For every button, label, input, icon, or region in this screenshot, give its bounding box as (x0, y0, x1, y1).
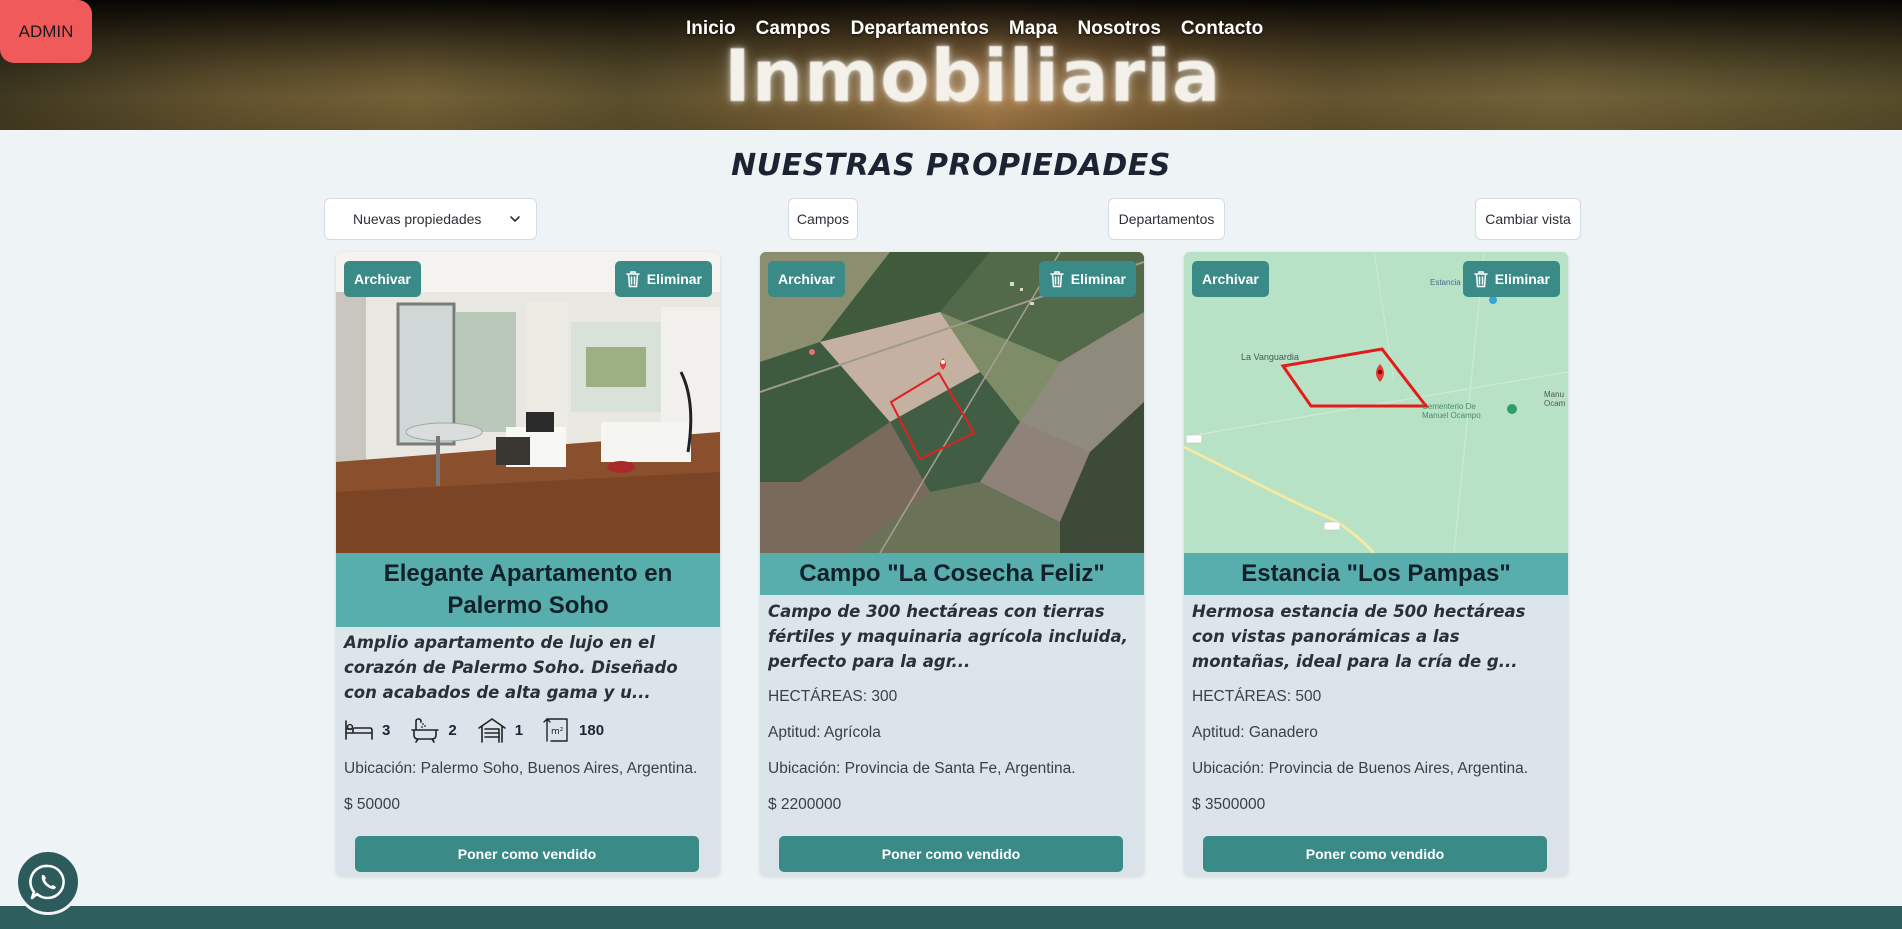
admin-button[interactable]: ADMIN (0, 0, 92, 63)
archive-button[interactable]: Archivar (768, 261, 845, 297)
nav-campos[interactable]: Campos (756, 18, 831, 44)
svg-text:m²: m² (551, 727, 564, 737)
bedrooms-count: 3 (382, 721, 391, 739)
garage-count: 1 (514, 721, 524, 739)
nav-nosotros[interactable]: Nosotros (1078, 18, 1161, 44)
main-nav: Inicio Campos Departamentos Mapa Nosotro… (686, 18, 1263, 44)
delete-label: Eliminar (1494, 271, 1550, 287)
area-value: 180 (579, 721, 605, 739)
mark-sold-button[interactable]: Poner como vendido (779, 836, 1123, 872)
hero-header: ADMIN Inicio Campos Departamentos Mapa N… (0, 0, 1902, 130)
map-label: Cementerio De Manuel Ocampo (1422, 402, 1481, 420)
footer-bar (0, 906, 1902, 929)
bathrooms-count: 2 (448, 721, 457, 739)
property-features: 3 2 1 m² 180 (344, 717, 616, 743)
property-location: Ubicación: Provincia de Santa Fe, Argent… (768, 760, 1076, 777)
bed-icon (345, 720, 373, 740)
nav-contacto[interactable]: Contacto (1181, 18, 1263, 44)
property-location: Ubicación: Palermo Soho, Buenos Aires, A… (344, 760, 698, 777)
section-title: NUESTRAS PROPIEDADES (731, 148, 1171, 183)
property-price: $ 3500000 (1192, 796, 1266, 813)
delete-label: Eliminar (1070, 271, 1126, 287)
property-image[interactable] (336, 252, 720, 553)
property-image[interactable] (760, 252, 1144, 553)
archive-label: Archivar (1202, 271, 1259, 287)
whatsapp-button[interactable] (15, 849, 81, 915)
bathtub-icon (411, 718, 440, 743)
property-card: La Vanguardia Cementerio De Manuel Ocamp… (1184, 252, 1568, 876)
property-description: Amplio apartamento de lujo en el corazón… (344, 633, 678, 702)
property-location: Ubicación: Provincia de Buenos Aires, Ar… (1192, 760, 1529, 777)
delete-label: Eliminar (646, 271, 702, 287)
trash-icon (626, 271, 640, 288)
property-card: Archivar Eliminar Campo "La Cosecha Feli… (760, 252, 1144, 876)
map-label: Manu Ocam (1544, 390, 1566, 408)
archive-label: Archivar (354, 271, 411, 287)
property-map[interactable]: La Vanguardia Cementerio De Manuel Ocamp… (1184, 252, 1568, 553)
map-label: La Vanguardia (1241, 352, 1299, 362)
delete-button[interactable]: Eliminar (614, 261, 712, 297)
property-price: $ 2200000 (768, 796, 842, 813)
property-description: Campo de 300 hectáreas con tierras férti… (768, 602, 1128, 671)
garage-icon (477, 718, 506, 743)
mark-sold-button[interactable]: Poner como vendido (1203, 836, 1547, 872)
sort-select-value: Nuevas propiedades (353, 211, 482, 227)
change-view-button[interactable]: Cambiar vista (1475, 198, 1581, 240)
property-hectares: HECTÁREAS: 300 (768, 688, 898, 705)
filter-campos-button[interactable]: Campos (788, 198, 858, 240)
archive-label: Archivar (778, 271, 835, 287)
nav-departamentos[interactable]: Departamentos (851, 18, 989, 44)
property-title[interactable]: Estancia "Los Pampas" (1184, 553, 1568, 595)
filter-departamentos-button[interactable]: Departamentos (1108, 198, 1225, 240)
property-aptitude: Aptitud: Ganadero (1192, 724, 1318, 741)
property-title[interactable]: Campo "La Cosecha Feliz" (760, 553, 1144, 595)
archive-button[interactable]: Archivar (1192, 261, 1269, 297)
nav-inicio[interactable]: Inicio (686, 18, 736, 44)
delete-button[interactable]: Eliminar (1462, 261, 1560, 297)
brand-title: Inmobiliaria (724, 34, 1222, 118)
property-title[interactable]: Elegante Apartamento en Palermo Soho (336, 553, 720, 627)
whatsapp-icon (29, 864, 65, 900)
chevron-down-icon (510, 216, 520, 222)
property-price: $ 50000 (344, 796, 401, 813)
map-label: Estancia (1430, 278, 1461, 287)
property-card: Archivar Eliminar Elegante Apartamento e… (336, 252, 720, 876)
area-m2-icon: m² (543, 718, 568, 742)
delete-button[interactable]: Eliminar (1038, 261, 1136, 297)
nav-mapa[interactable]: Mapa (1009, 18, 1058, 44)
mark-sold-button[interactable]: Poner como vendido (355, 836, 699, 872)
sort-select[interactable]: Nuevas propiedades (324, 198, 537, 240)
archive-button[interactable]: Archivar (344, 261, 421, 297)
property-hectares: HECTÁREAS: 500 (1192, 688, 1322, 705)
property-aptitude: Aptitud: Agrícola (768, 724, 881, 741)
trash-icon (1050, 271, 1064, 288)
property-description: Hermosa estancia de 500 hectáreas con vi… (1192, 602, 1526, 671)
trash-icon (1474, 271, 1488, 288)
